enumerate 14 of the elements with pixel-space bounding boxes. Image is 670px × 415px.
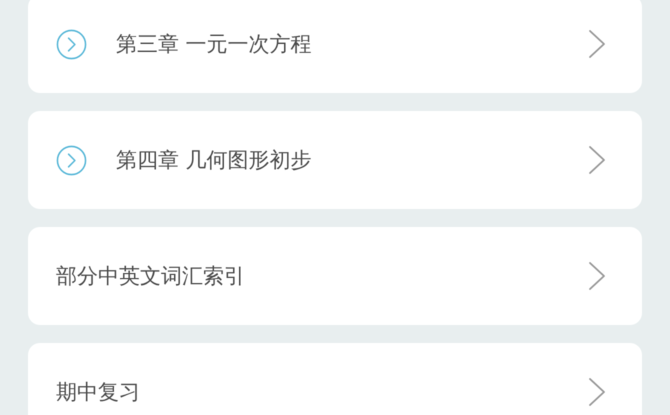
list-item[interactable]: 期中复习 (28, 343, 642, 415)
list-item[interactable]: 第四章 几何图形初步 (28, 111, 642, 209)
item-title: 第三章 一元一次方程 (116, 31, 313, 58)
chevron-right-icon (588, 261, 606, 291)
item-title: 部分中英文词汇索引 (56, 263, 246, 290)
chevron-right-icon (588, 29, 606, 59)
list-item[interactable]: 部分中英文词汇索引 (28, 227, 642, 325)
chevron-circle-icon (56, 144, 87, 176)
chevron-right-icon (588, 145, 606, 175)
chevron-right-icon (588, 377, 606, 407)
item-title: 第四章 几何图形初步 (116, 147, 313, 174)
chevron-circle-icon (56, 28, 87, 60)
list-item[interactable]: 第三章 一元一次方程 (28, 0, 642, 93)
item-title: 期中复习 (56, 379, 141, 406)
